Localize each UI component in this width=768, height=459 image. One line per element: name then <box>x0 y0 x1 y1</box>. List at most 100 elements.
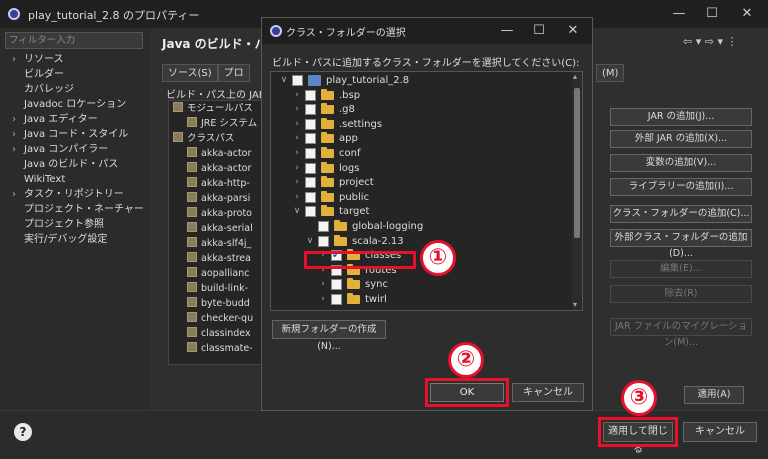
folder-tree-item[interactable]: ∨ target <box>292 204 369 219</box>
tree-row[interactable]: akka-parsi <box>169 191 267 206</box>
chevron-right-icon[interactable]: › <box>318 248 328 263</box>
build-path-button[interactable]: クラス・フォルダーの追加(C)... <box>610 205 752 223</box>
build-path-button[interactable]: 外部クラス・フォルダーの追加(D)... <box>610 229 752 259</box>
chevron-down-icon[interactable]: ∨ <box>292 204 302 219</box>
sidebar-item[interactable]: 実行/デバッグ設定 <box>4 232 146 247</box>
tree-row[interactable]: akka-slf4j_ <box>169 236 267 251</box>
tab-module[interactable]: (M) <box>596 64 625 82</box>
dialog-minimize-icon[interactable]: — <box>498 22 516 40</box>
folder-tree-item[interactable]: › .bsp <box>292 88 360 103</box>
folder-tree-item[interactable]: › .settings <box>292 117 382 132</box>
scroll-down-icon[interactable]: ▾ <box>573 300 577 309</box>
chevron-right-icon[interactable]: › <box>318 263 328 278</box>
cancel-button[interactable]: キャンセル <box>683 422 757 442</box>
dialog-cancel-button[interactable]: キャンセル <box>512 383 584 402</box>
folder-tree-item[interactable]: › twirl <box>318 292 387 307</box>
folder-tree-item[interactable]: ∨ play_tutorial_2.8 <box>279 73 409 88</box>
tree-row[interactable]: JRE システム <box>169 116 267 131</box>
build-path-button[interactable]: 編集(E)... <box>610 260 752 278</box>
folder-tree-item[interactable]: ∨ scala-2.13 <box>305 234 404 249</box>
chevron-right-icon[interactable]: › <box>292 161 302 176</box>
chevron-right-icon[interactable]: › <box>292 146 302 161</box>
checkbox[interactable] <box>331 248 342 263</box>
folder-tree-item[interactable]: global-logging <box>305 219 423 234</box>
apply-button[interactable]: 適用(A) <box>684 386 744 404</box>
checkbox[interactable] <box>292 75 303 86</box>
folder-tree-item[interactable]: › .g8 <box>292 102 355 117</box>
build-path-button[interactable]: 除去(R) <box>610 285 752 303</box>
folder-tree[interactable]: ∨ play_tutorial_2.8 › .bsp › .g8 › .settings › ap… <box>270 71 583 311</box>
maximize-icon[interactable]: ☐ <box>703 5 721 23</box>
scroll-up-icon[interactable]: ▴ <box>573 72 577 81</box>
sidebar-item[interactable]: WikiText <box>4 172 146 187</box>
sidebar-item[interactable]: › Java エディター <box>4 112 146 127</box>
sidebar-item[interactable]: Javadoc ロケーション <box>4 97 146 112</box>
tree-row[interactable]: akka-http- <box>169 176 267 191</box>
chevron-right-icon[interactable]: › <box>292 131 302 146</box>
chevron-right-icon[interactable]: › <box>292 175 302 190</box>
minimize-icon[interactable]: — <box>670 5 688 23</box>
build-path-button[interactable]: ライブラリーの追加(I)... <box>610 178 752 196</box>
folder-tree-item[interactable]: › project <box>292 175 374 190</box>
checkbox[interactable] <box>305 191 316 203</box>
tab-source[interactable]: ソース(S) <box>162 64 218 82</box>
sidebar-item[interactable]: Java のビルド・パス <box>4 157 146 172</box>
tree-row[interactable]: モジュールパス <box>169 101 267 116</box>
chevron-right-icon[interactable]: › <box>318 292 328 307</box>
folder-tree-item[interactable]: › sync <box>318 277 388 292</box>
checkbox[interactable] <box>305 133 316 145</box>
folder-tree-item[interactable]: › public <box>292 190 369 205</box>
folder-tree-item[interactable]: › conf <box>292 146 360 161</box>
sidebar-item[interactable]: › Java コンパイラー <box>4 142 146 157</box>
chevron-right-icon[interactable]: › <box>292 88 302 103</box>
checkbox[interactable] <box>305 148 316 159</box>
checkbox[interactable] <box>305 162 316 174</box>
chevron-down-icon[interactable]: ∨ <box>279 73 289 88</box>
sidebar-item[interactable]: › リソース <box>4 52 146 67</box>
folder-tree-item[interactable]: › routes <box>318 263 397 278</box>
checkbox[interactable] <box>331 279 342 291</box>
checkbox[interactable] <box>305 206 316 218</box>
tree-row[interactable]: akka-proto <box>169 206 267 221</box>
scrollbar-thumb[interactable] <box>574 88 580 238</box>
checkbox[interactable] <box>318 221 329 232</box>
tree-row[interactable]: build-link- <box>169 281 267 296</box>
tree-row[interactable]: classindex <box>169 326 267 341</box>
dialog-close-icon[interactable]: ✕ <box>564 22 582 40</box>
filter-input[interactable]: フィルター入力 <box>5 32 143 49</box>
build-path-tree[interactable]: モジュールパス JRE システム クラスパス akka-actor akka-actor… <box>168 100 268 365</box>
tree-row[interactable]: クラスパス <box>169 131 267 146</box>
close-icon[interactable]: ✕ <box>738 5 756 23</box>
checkbox[interactable] <box>331 294 342 305</box>
checkbox[interactable] <box>305 177 316 189</box>
chevron-right-icon[interactable]: › <box>292 102 302 117</box>
sidebar-item[interactable]: プロジェクト参照 <box>4 217 146 232</box>
dialog-maximize-icon[interactable]: ☐ <box>530 22 548 40</box>
tree-row[interactable]: aopallianc <box>169 266 267 281</box>
checkbox[interactable] <box>331 264 342 276</box>
tree-row[interactable]: byte-budd <box>169 296 267 311</box>
tree-row[interactable]: akka-actor <box>169 161 267 176</box>
tab-projects[interactable]: プロ <box>217 64 250 82</box>
build-path-button[interactable]: 変数の追加(V)... <box>610 154 752 172</box>
sidebar-item[interactable]: › タスク・リポジトリー <box>4 187 146 202</box>
chevron-down-icon[interactable]: ∨ <box>305 234 315 249</box>
sidebar-item[interactable]: カバレッジ <box>4 82 146 97</box>
tree-row[interactable]: classmate- <box>169 341 267 356</box>
folder-tree-item[interactable]: › app <box>292 131 358 146</box>
folder-tree-item[interactable]: › logs <box>292 161 359 176</box>
chevron-right-icon[interactable]: › <box>318 277 328 292</box>
nav-arrows-icon[interactable]: ⇦ ▾ ⇨ ▾ ⋮ <box>683 35 737 48</box>
apply-and-close-button[interactable]: 適用して閉じる <box>603 422 673 455</box>
tree-row[interactable]: checker-qu <box>169 311 267 326</box>
sidebar-item[interactable]: ビルダー <box>4 67 146 82</box>
tree-row[interactable]: akka-strea <box>169 251 267 266</box>
build-path-button[interactable]: 外部 JAR の追加(X)... <box>610 130 752 148</box>
checkbox[interactable] <box>305 104 316 116</box>
chevron-right-icon[interactable]: › <box>292 117 302 132</box>
sidebar-item[interactable]: › Java コード・スタイル <box>4 127 146 142</box>
checkbox[interactable] <box>305 89 316 101</box>
tree-row[interactable]: akka-serial <box>169 221 267 236</box>
build-path-button[interactable]: JAR の追加(J)... <box>610 108 752 126</box>
new-folder-button[interactable]: 新規フォルダーの作成(N)... <box>272 320 386 352</box>
